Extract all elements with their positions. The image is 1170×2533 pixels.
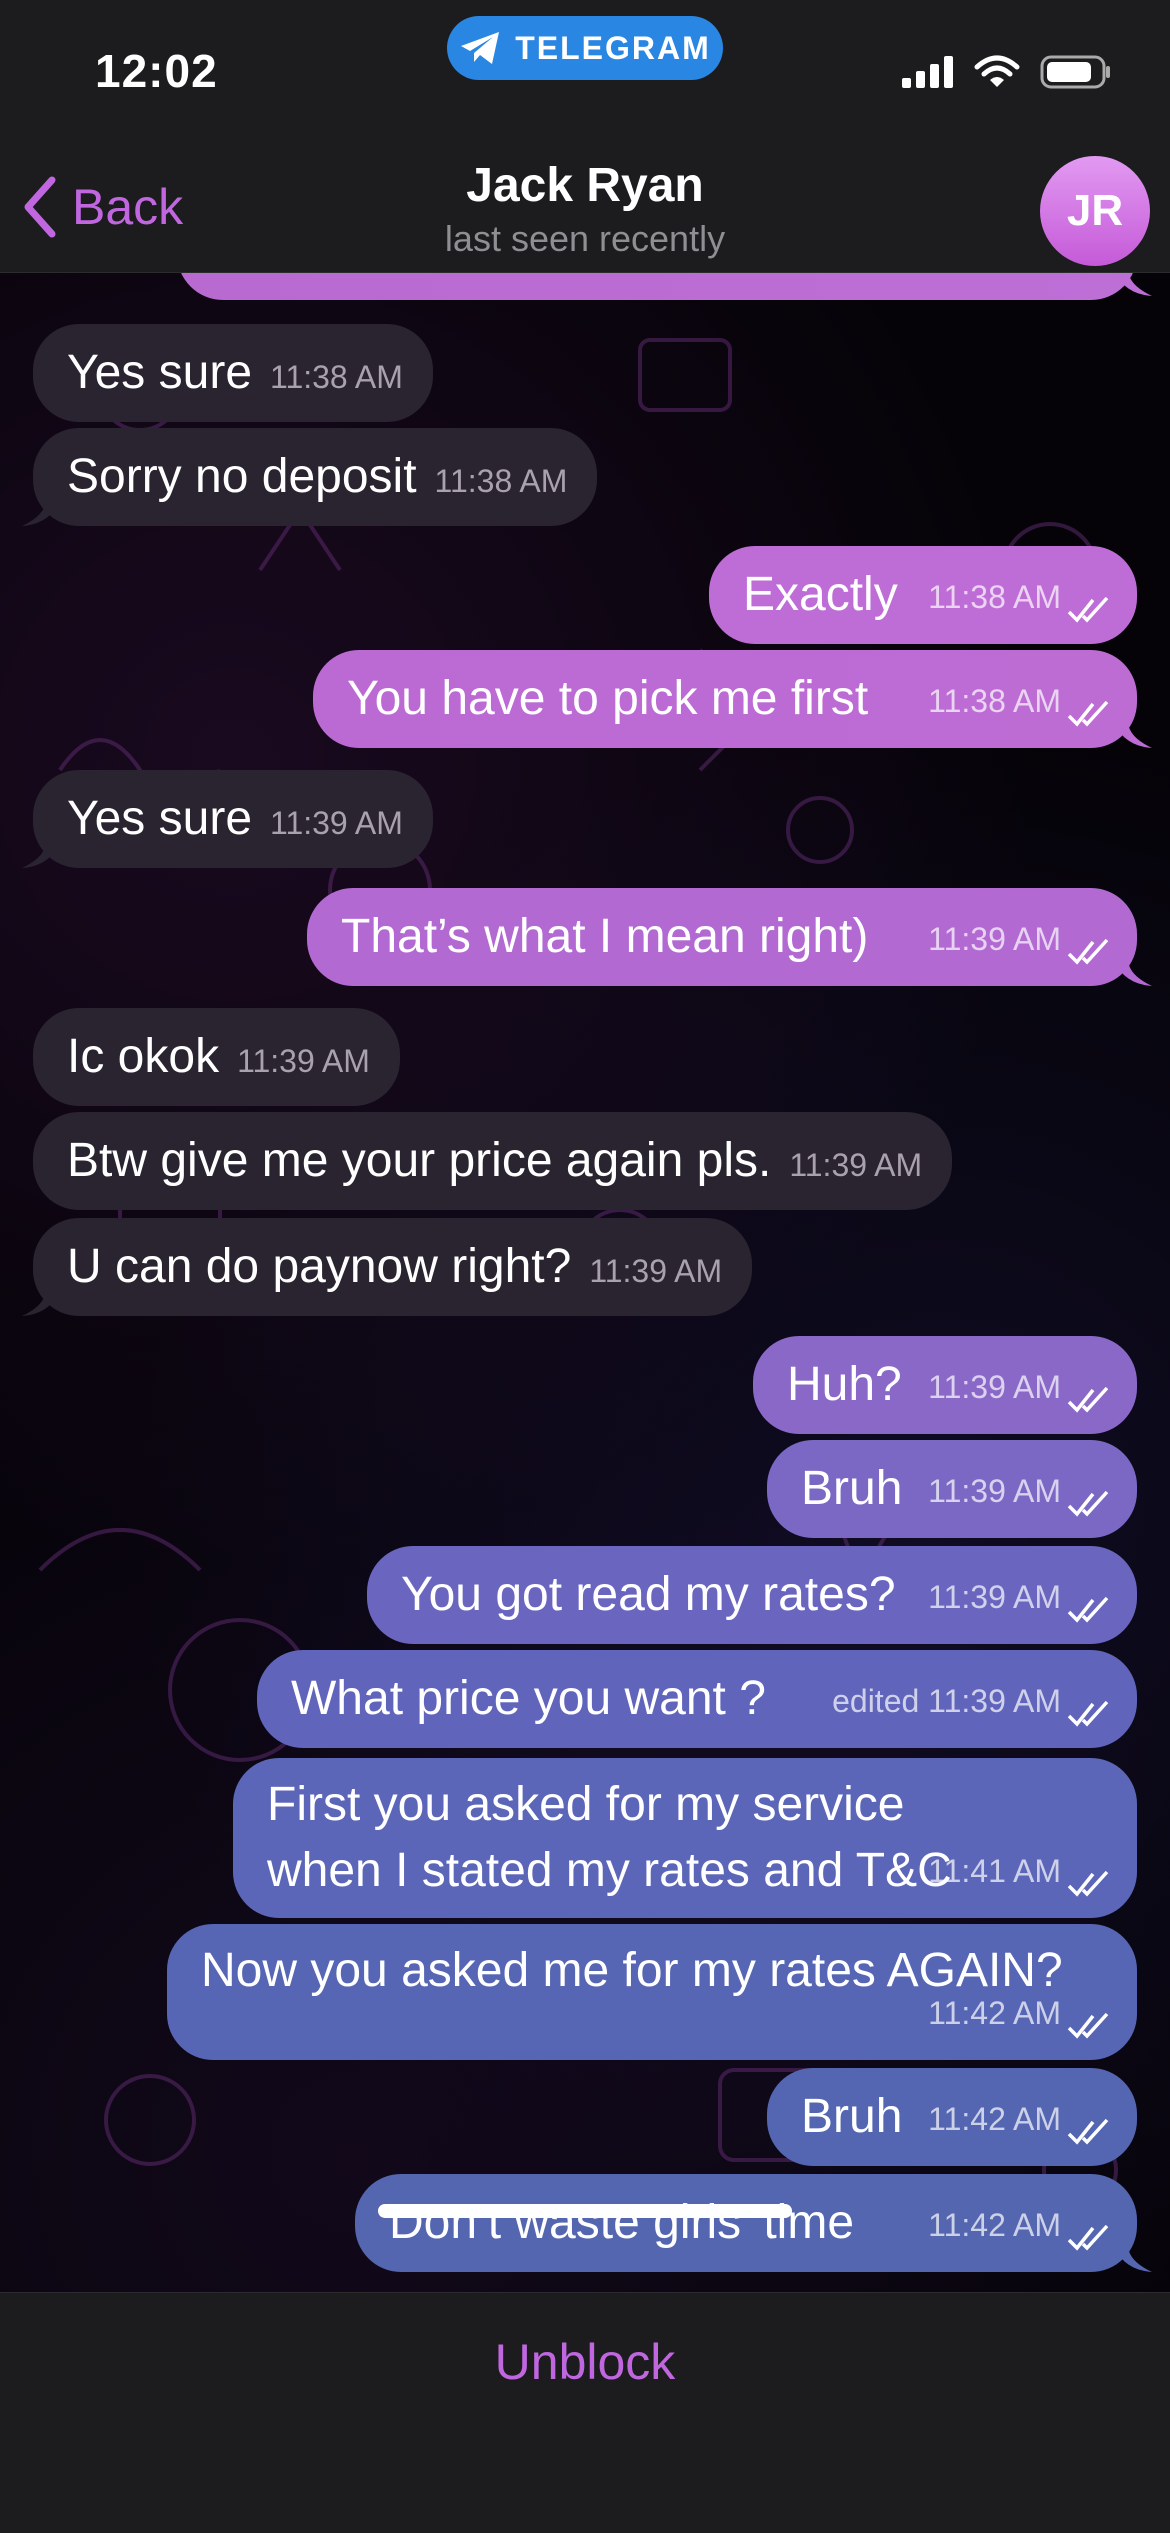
telegram-plane-icon — [461, 32, 500, 64]
message-text: Bruh — [801, 1462, 903, 1515]
telegram-pill-label: TELEGRAM — [515, 29, 711, 66]
message-time: 11:38 AM — [270, 359, 403, 395]
message-text: Ic okok — [67, 1030, 220, 1083]
message-bubble-outgoing[interactable]: You got read my rates? 11:39 AM — [367, 1546, 1137, 1644]
battery-icon — [1040, 55, 1110, 89]
message-time: 11:39 AM — [589, 1253, 723, 1289]
contact-status: last seen recently — [444, 218, 726, 259]
message-bubble-incoming[interactable]: Btw give me your price again pls. 11:39 A… — [33, 1112, 953, 1210]
message-time: edited 11:39 AM — [832, 1683, 1061, 1719]
bubble-tail — [1112, 956, 1152, 986]
double-check-icon — [1067, 2118, 1109, 2145]
message-time: 11:42 AM — [928, 1995, 1061, 2031]
message-text: What price you want ? — [291, 1672, 766, 1725]
message-text: Huh? — [787, 1358, 902, 1411]
double-check-icon — [1067, 1870, 1109, 1897]
message-bubble-outgoing[interactable]: Bruh 11:42 AM — [767, 2068, 1137, 2166]
message-bubble-incoming[interactable]: Sorry no deposit 11:38 AM — [33, 428, 598, 526]
double-check-icon — [1067, 2012, 1109, 2039]
message-list[interactable]: Yes sure 11:38 AM Sorry no deposit 11:38 A… — [0, 0, 1170, 2290]
bubble-tail — [22, 496, 62, 526]
telegram-pill[interactable]: TELEGRAM — [447, 16, 723, 80]
signal-icon — [902, 56, 953, 88]
double-check-icon — [1067, 1596, 1109, 1623]
contact-name[interactable]: Jack Ryan — [0, 158, 1170, 213]
message-time: 11:38 AM — [928, 579, 1061, 615]
message-text: You got read my rates? — [401, 1568, 896, 1621]
bubble-tail — [22, 838, 62, 868]
double-check-icon — [1067, 2224, 1109, 2251]
double-check-icon — [1067, 938, 1109, 965]
avatar[interactable]: JR — [1040, 156, 1150, 266]
message-bubble-incoming[interactable]: Ic okok 11:39 AM — [33, 1008, 400, 1106]
message-text: Yes sure — [67, 792, 253, 845]
message-time: 11:39 AM — [928, 921, 1061, 957]
message-text: First you asked for my service when I st… — [267, 1778, 952, 1897]
message-bubble-outgoing[interactable]: You have to pick me first 11:38 AM — [313, 650, 1137, 748]
message-time: 11:38 AM — [434, 463, 568, 499]
double-check-icon — [1067, 1700, 1109, 1727]
message-bubble-outgoing[interactable]: What price you want ? edited 11:39 AM — [257, 1650, 1137, 1748]
message-text: That’s what I mean right) — [341, 910, 869, 963]
message-time: 11:39 AM — [270, 805, 403, 841]
message-time: 11:38 AM — [928, 683, 1061, 719]
message-bubble-incoming[interactable]: U can do paynow right? 11:39 AM — [33, 1218, 753, 1316]
message-bubble-outgoing[interactable]: Don’t waste girls’ time 11:42 AM — [355, 2174, 1137, 2272]
message-time: 11:39 AM — [789, 1147, 923, 1183]
avatar-initials: JR — [1066, 186, 1124, 235]
wifi-icon — [974, 55, 1020, 87]
status-icons — [902, 54, 1112, 90]
bubble-tail — [1112, 718, 1152, 748]
bottom-bar: Unblock — [0, 2292, 1170, 2533]
message-bubble-outgoing[interactable]: Exactly 11:38 AM — [709, 546, 1137, 644]
message-bubble-incoming[interactable]: Yes sure 11:39 AM — [33, 770, 433, 868]
message-text: Bruh — [801, 2090, 903, 2143]
message-bubble-outgoing[interactable]: Now you asked me for my rates AGAIN? 11:… — [167, 1924, 1137, 2060]
clock: 12:02 — [95, 45, 218, 97]
message-time: 11:41 AM — [928, 1853, 1061, 1889]
message-text: Yes sure — [67, 346, 253, 399]
message-text: You have to pick me first — [347, 672, 869, 725]
message-time: 11:42 AM — [928, 2207, 1061, 2243]
message-bubble-outgoing[interactable]: First you asked for my service when I st… — [233, 1758, 1137, 1918]
double-check-icon — [1067, 596, 1109, 623]
unblock-button[interactable]: Unblock — [0, 2333, 1170, 2391]
message-bubble-outgoing[interactable]: Bruh 11:39 AM — [767, 1440, 1137, 1538]
home-indicator[interactable] — [378, 2204, 792, 2218]
bubble-tail — [22, 1286, 62, 1316]
message-time: 11:39 AM — [928, 1579, 1061, 1615]
double-check-icon — [1067, 700, 1109, 727]
message-time: 11:42 AM — [928, 2101, 1061, 2137]
status-bar: 12:02 TELEGRAM — [0, 0, 1170, 140]
double-check-icon — [1067, 1490, 1109, 1517]
message-text: Sorry no deposit — [67, 450, 417, 503]
message-time: 11:39 AM — [928, 1473, 1061, 1509]
bubble-tail — [1112, 2242, 1152, 2272]
message-time: 11:39 AM — [237, 1043, 370, 1079]
chat-header: Back Jack Ryan last seen recently JR — [0, 140, 1170, 273]
message-time: 11:39 AM — [928, 1369, 1061, 1405]
message-text: Exactly — [743, 568, 898, 621]
message-text: Btw give me your price again pls. — [67, 1134, 772, 1187]
message-bubble-outgoing[interactable]: That’s what I mean right) 11:39 AM — [307, 888, 1137, 986]
double-check-icon — [1067, 1386, 1109, 1413]
message-bubble-incoming[interactable]: Yes sure 11:38 AM — [33, 324, 433, 422]
message-bubble-outgoing[interactable]: Huh? 11:39 AM — [753, 1336, 1137, 1434]
message-text: U can do paynow right? — [67, 1240, 572, 1293]
